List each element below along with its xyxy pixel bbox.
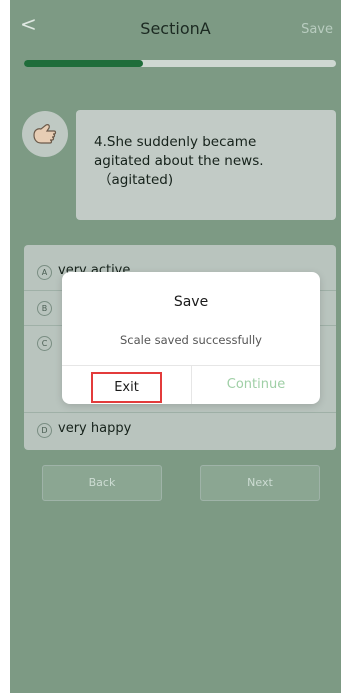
- option-letter: A: [37, 265, 52, 280]
- next-button[interactable]: Next: [200, 465, 320, 501]
- back-button[interactable]: Back: [42, 465, 162, 501]
- top-nav-bar: < SectionA Save: [10, 0, 341, 55]
- option-d[interactable]: D very happy: [24, 412, 336, 448]
- option-letter: D: [37, 423, 52, 438]
- progress-fill: [24, 60, 143, 67]
- avatar-thumbs-icon: [22, 111, 68, 157]
- dialog-title: Save: [173, 294, 209, 310]
- page-title: SectionA: [140, 19, 211, 38]
- progress-bar: [24, 60, 336, 67]
- dialog-message: Scale saved successfully: [120, 333, 262, 347]
- question-text: 4.She suddenly became agitated about the…: [94, 133, 324, 190]
- save-button[interactable]: Save: [301, 22, 333, 37]
- question-line-2: agitated about the news.: [94, 153, 264, 169]
- option-letter: B: [37, 301, 52, 316]
- question-line-3: （agitated): [98, 172, 174, 188]
- exit-button[interactable]: Exit: [91, 372, 162, 403]
- app-screen: < SectionA Save 4.She suddenly became ag…: [10, 0, 341, 693]
- option-label: very happy: [58, 421, 132, 436]
- option-letter: C: [37, 336, 52, 351]
- continue-button[interactable]: Continue: [192, 365, 320, 404]
- save-dialog: Save Scale saved successfully Exit Conti…: [62, 272, 320, 404]
- question-line-1: 4.She suddenly became: [94, 134, 257, 150]
